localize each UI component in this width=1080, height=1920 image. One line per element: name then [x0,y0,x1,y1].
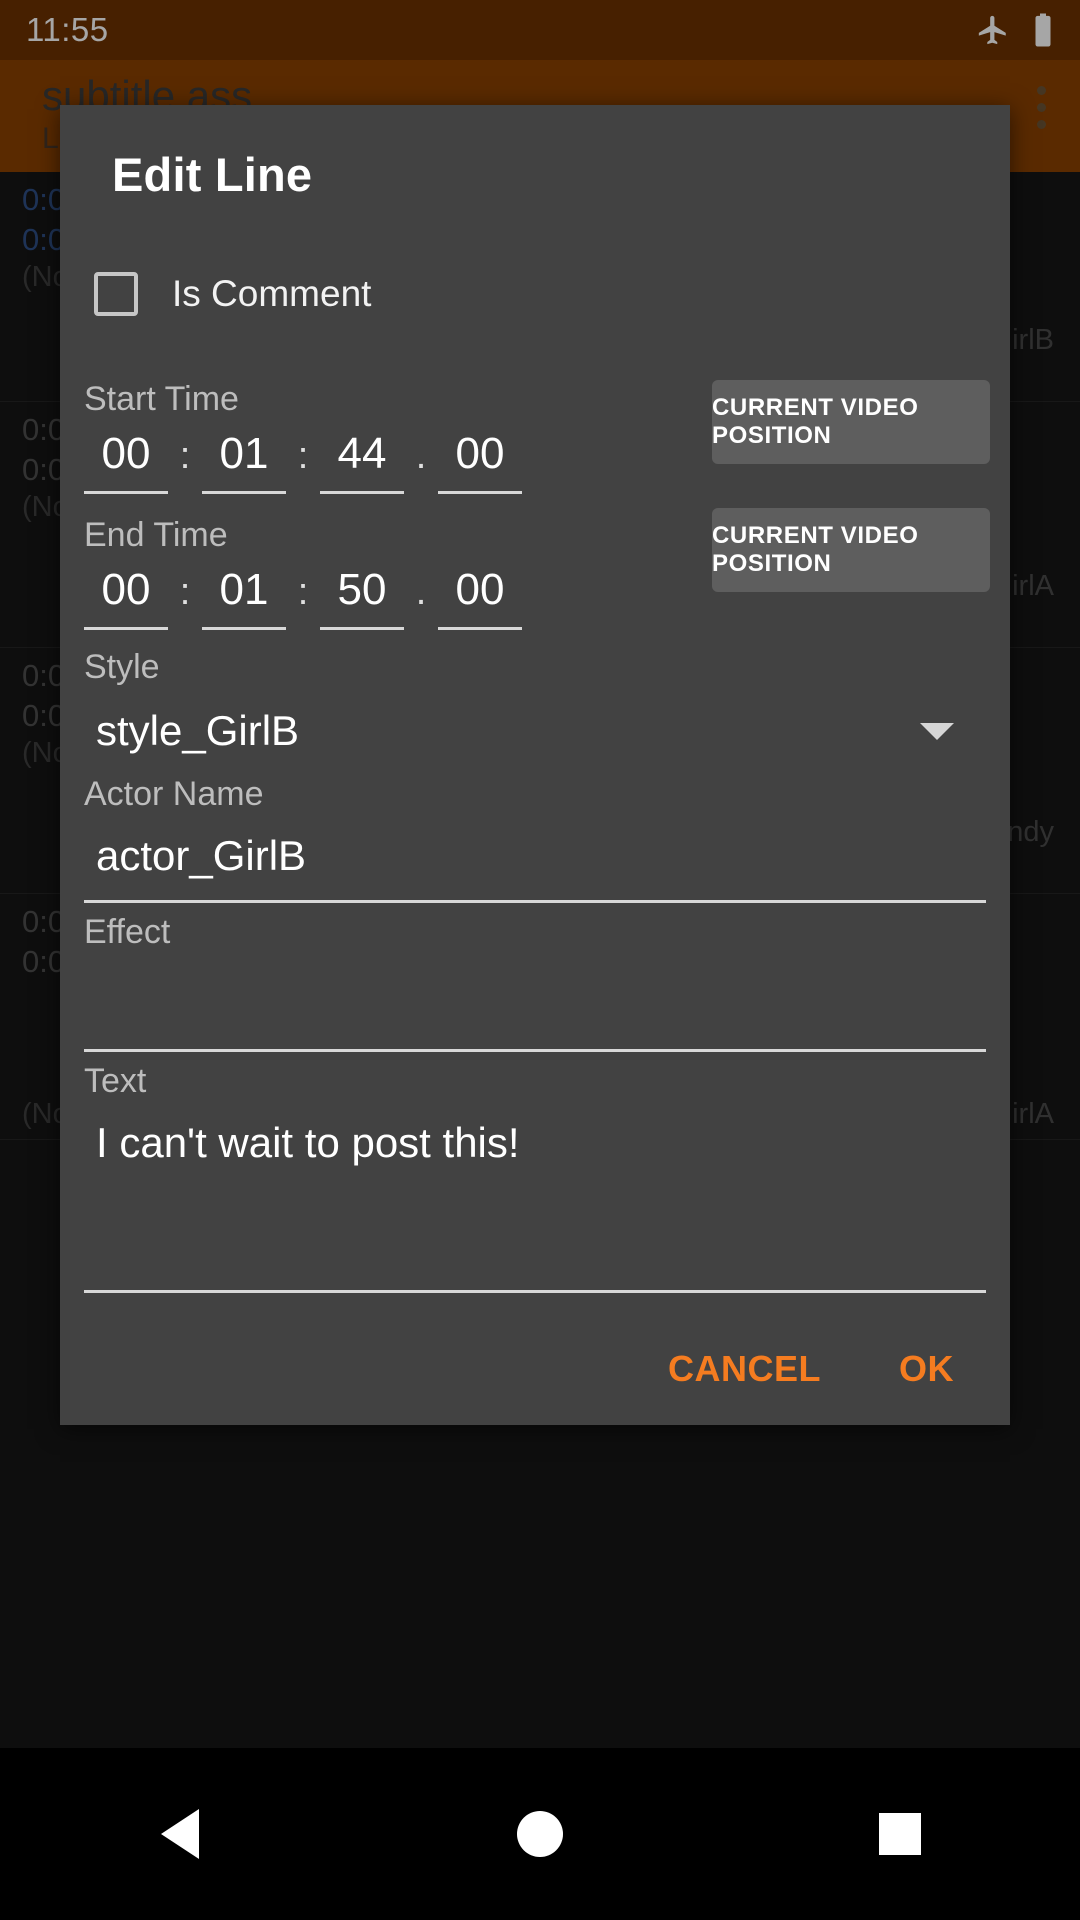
back-triangle-icon [161,1809,199,1859]
phone-screen: 11:55 subtitle.ass Layer 0:0 0:0 (No Gir… [0,0,1080,1920]
nav-back-button[interactable] [105,1784,255,1884]
ok-button[interactable]: OK [899,1348,954,1390]
cancel-button[interactable]: CANCEL [668,1348,821,1390]
dialog-actions: CANCEL OK [60,1313,1010,1425]
dialog-scroll-body[interactable]: Edit Line Is Comment Start Time 00 : 01 … [60,105,1010,1315]
effect-field: Effect [60,913,1010,1052]
start-time-sep-3: . [404,435,438,494]
recents-square-icon [879,1813,921,1855]
actor-name-field: Actor Name actor_GirlB [60,775,1010,903]
style-selected-value: style_GirlB [96,707,299,755]
android-nav-bar [0,1748,1080,1920]
end-time-minutes[interactable]: 01 [202,565,286,630]
end-time-sep-2: : [286,571,320,630]
text-label: Text [60,1062,1010,1101]
chevron-down-icon[interactable] [920,723,954,740]
end-time-sep-3: . [404,571,438,630]
actor-name-label: Actor Name [60,775,1010,814]
start-current-video-position-button[interactable]: CURRENT VIDEO POSITION [712,380,990,464]
edit-line-dialog: Edit Line Is Comment Start Time 00 : 01 … [60,105,1010,1425]
end-time-block: End Time 00 : 01 : 50 . 00 CURRENT VIDEO… [60,516,1010,630]
end-current-video-position-button[interactable]: CURRENT VIDEO POSITION [712,508,990,592]
start-time-block: Start Time 00 : 01 : 44 . 00 CURRENT VID… [60,380,1010,494]
start-time-sep-1: : [168,435,202,494]
style-field: Style style_GirlB [60,648,1010,773]
start-time-minutes[interactable]: 01 [202,429,286,494]
actor-name-input[interactable]: actor_GirlB [84,818,986,903]
dialog-title: Edit Line [60,105,1010,202]
text-input[interactable]: I can't wait to post this! [84,1105,986,1293]
end-time-sep-1: : [168,571,202,630]
end-time-hours[interactable]: 00 [84,565,168,630]
end-time-seconds[interactable]: 50 [320,565,404,630]
start-time-hours[interactable]: 00 [84,429,168,494]
style-spinner[interactable]: style_GirlB [84,693,986,773]
start-time-sep-2: : [286,435,320,494]
start-time-seconds[interactable]: 44 [320,429,404,494]
is-comment-row[interactable]: Is Comment [60,202,1010,316]
style-label: Style [60,648,1010,687]
nav-recents-button[interactable] [825,1784,975,1884]
end-time-centiseconds[interactable]: 00 [438,565,522,630]
effect-label: Effect [60,913,1010,952]
start-time-centiseconds[interactable]: 00 [438,429,522,494]
is-comment-label: Is Comment [172,273,371,315]
effect-input[interactable] [84,956,986,1052]
nav-home-button[interactable] [465,1784,615,1884]
home-circle-icon [517,1811,563,1857]
is-comment-checkbox[interactable] [94,272,138,316]
text-field-group: Text I can't wait to post this! [60,1062,1010,1293]
